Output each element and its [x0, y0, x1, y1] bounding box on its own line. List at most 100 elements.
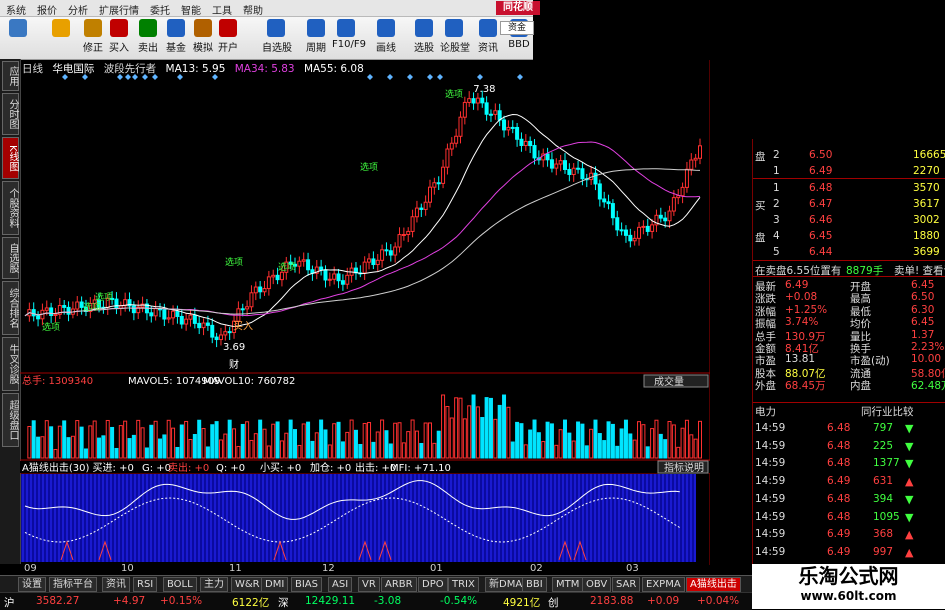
indicator-tab[interactable]: BBI: [522, 577, 547, 592]
toolbar-button[interactable]: 自选股: [262, 19, 292, 57]
side-tab[interactable]: K线图: [2, 137, 19, 179]
toolbar-button[interactable]: 画线: [372, 19, 400, 57]
indicator-tab[interactable]: W&R: [231, 577, 264, 592]
indicator-tabs: 设置 指标平台 资讯 RSI BOLL 主力 W&R DMI BIAS ASI VR ARBR DPO T…: [0, 575, 752, 592]
volume-bar: [680, 427, 685, 459]
volume-bar: [31, 420, 36, 459]
candle-body: [698, 145, 702, 159]
indicator-header-item: 加仓: +0: [310, 461, 351, 474]
kline-chart[interactable]: 7.383.69买入财选项选项选项选项选项选项选项5.885.024.16总手:…: [20, 60, 710, 565]
quote-cell: 1880: [913, 230, 940, 242]
toolbar-button[interactable]: 卖出: [134, 19, 162, 57]
menu-item[interactable]: 委托: [144, 0, 175, 17]
indicator-tab[interactable]: MTM: [552, 577, 584, 592]
high-label: 7.38: [473, 84, 495, 95]
indicator-tab[interactable]: 资讯: [102, 577, 130, 592]
arrow-down-icon: ▼: [905, 422, 914, 435]
candle-body: [380, 249, 385, 261]
quote-cell: 6.49: [785, 279, 809, 291]
volume-bar: [262, 428, 267, 459]
toolbar-button[interactable]: 模拟: [189, 19, 217, 57]
sell-icon: [139, 19, 157, 37]
quote-cell: 16665: [913, 149, 945, 161]
menu-item[interactable]: 智能: [175, 0, 206, 17]
menu-item[interactable]: 帮助: [237, 0, 268, 17]
indicator-tab[interactable]: A猫线出击: [686, 577, 741, 592]
volume-bar: [75, 420, 80, 459]
volume-bar: [632, 439, 637, 459]
candle-body: [523, 140, 528, 147]
period-label: 日线: [22, 63, 43, 75]
candle-body: [149, 312, 154, 317]
volume-bar: [114, 447, 119, 459]
quote-cell: 6.49: [827, 475, 851, 488]
quote-cell: 6.49: [827, 545, 851, 558]
candle-body: [201, 322, 206, 329]
indicator-tab[interactable]: RSI: [133, 577, 158, 592]
quote-cell: 6.45: [911, 279, 935, 291]
volume-bar: [597, 433, 602, 459]
indicator-tab[interactable]: DPO: [418, 577, 448, 592]
candle-body: [480, 97, 485, 104]
volume-bar: [671, 424, 676, 459]
side-tab[interactable]: 自选股: [2, 237, 19, 279]
candle-body: [332, 273, 337, 280]
menu-item[interactable]: 工具: [206, 0, 237, 17]
indicator-tab[interactable]: ARBR: [381, 577, 417, 592]
candle-body: [680, 186, 685, 197]
quote-cell: 14:59: [755, 457, 786, 470]
indicator-header-item: G: +0: [142, 463, 171, 474]
toolbar-button[interactable]: [4, 19, 32, 57]
signal-diamond: [437, 74, 443, 80]
menu-item[interactable]: 分析: [62, 0, 93, 17]
stat-row: 涨幅 +1.25% 最低 6.30: [753, 304, 945, 318]
indicator-tab[interactable]: TRIX: [448, 577, 479, 592]
side-tab[interactable]: 分时图: [2, 93, 19, 135]
candle-body: [454, 135, 459, 144]
candle-body: [484, 102, 489, 115]
volume-bar: [549, 423, 554, 459]
toolbar-button[interactable]: 开户: [214, 19, 242, 57]
volume-bar: [271, 423, 276, 459]
volume-bar: [484, 397, 489, 459]
toolbar-button[interactable]: 论股堂: [440, 19, 470, 57]
indicator-tab[interactable]: BIAS: [291, 577, 322, 592]
indicator-tab[interactable]: SAR: [612, 577, 641, 592]
arrow-down-icon: ▼: [905, 492, 914, 506]
volume-bar: [397, 422, 402, 459]
indicator-tab[interactable]: 主力: [200, 577, 228, 592]
candle-body: [393, 246, 398, 256]
toolbar-button[interactable]: [47, 19, 75, 57]
stock-name: 华电国际: [52, 63, 95, 75]
volume-bar: [140, 427, 145, 459]
indicator-tab[interactable]: BOLL: [163, 577, 197, 592]
toolbar-button[interactable]: 基金: [162, 19, 190, 57]
toolbar-button[interactable]: 修正: [79, 19, 107, 57]
indicator-tab[interactable]: 设置: [18, 577, 46, 592]
toolbar-button[interactable]: 资讯: [474, 19, 502, 57]
indicator-tab[interactable]: VR: [358, 577, 380, 592]
side-tab[interactable]: 个股资料: [2, 181, 19, 235]
menu-item[interactable]: 扩展行情: [93, 0, 144, 17]
indicator-tab[interactable]: 新DMA: [485, 577, 527, 592]
toolbar-button[interactable]: F10/F9: [332, 19, 366, 57]
menu-item[interactable]: 报价: [31, 0, 62, 17]
candle-body: [515, 126, 520, 140]
indicator-tab[interactable]: OBV: [582, 577, 612, 592]
indicator-tab[interactable]: ASI: [328, 577, 353, 592]
toolbar-button[interactable]: 选股: [410, 19, 438, 57]
side-tab[interactable]: 应用: [2, 61, 19, 91]
fund-dropdown[interactable]: 资金: [500, 21, 534, 35]
indicator-tab[interactable]: DMI: [261, 577, 289, 592]
side-tab[interactable]: 综合排名: [2, 281, 19, 335]
indicator-header-item: Q: +0: [216, 463, 245, 474]
indicator-tab[interactable]: EXPMA: [642, 577, 685, 592]
sh-index: 3582.27: [36, 595, 80, 607]
toolbar-button[interactable]: 买入: [105, 19, 133, 57]
menu-item[interactable]: 系统: [0, 0, 31, 17]
sz-change: -3.08: [374, 595, 402, 607]
side-tab[interactable]: 超级盘口: [2, 393, 19, 447]
indicator-tab[interactable]: 指标平台: [49, 577, 97, 592]
toolbar-button[interactable]: 周期: [302, 19, 330, 57]
side-tab[interactable]: 牛叉诊股: [2, 337, 19, 391]
